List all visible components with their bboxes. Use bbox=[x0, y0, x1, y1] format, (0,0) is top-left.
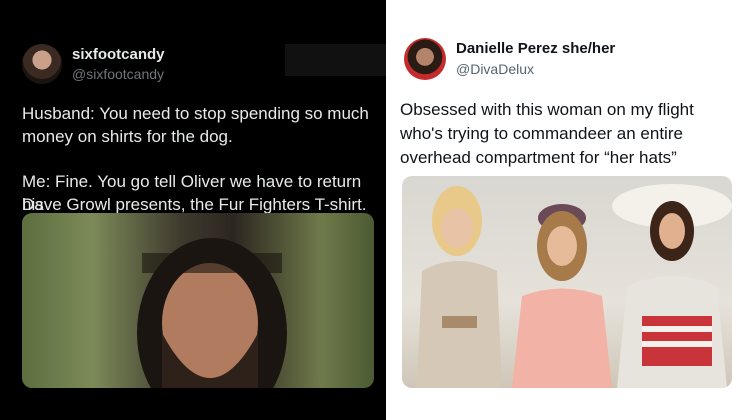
photo-illustration bbox=[417, 184, 732, 388]
display-name[interactable]: Danielle Perez she/her bbox=[456, 40, 615, 57]
tweet-text-line1: Obsessed with this woman on my flight bbox=[400, 100, 694, 119]
profile-photo-icon[interactable] bbox=[22, 44, 62, 84]
left-tweet-card: sixfootcandy @sixfootcandy Husband: You … bbox=[0, 0, 386, 420]
user-handle[interactable]: @sixfootcandy bbox=[72, 66, 164, 82]
tweet-text-line2: money on shirts for the dog. bbox=[22, 127, 233, 146]
photo-illustration bbox=[137, 238, 287, 388]
header-block bbox=[285, 44, 386, 76]
tweet-text-line3: overhead compartment for “her hats” bbox=[400, 148, 677, 167]
man-close-up-photo[interactable] bbox=[22, 213, 374, 388]
three-women-photo[interactable] bbox=[402, 176, 732, 388]
profile-photo-icon[interactable] bbox=[404, 38, 446, 80]
display-name[interactable]: sixfootcandy bbox=[72, 46, 165, 63]
tweet-text-line2: who's trying to commandeer an entire bbox=[400, 124, 683, 143]
right-tweet-card: Danielle Perez she/her @DivaDelux Obsess… bbox=[392, 0, 750, 420]
user-handle[interactable]: @DivaDelux bbox=[456, 61, 534, 77]
tweet-text-line1: Husband: You need to stop spending so mu… bbox=[22, 104, 369, 123]
